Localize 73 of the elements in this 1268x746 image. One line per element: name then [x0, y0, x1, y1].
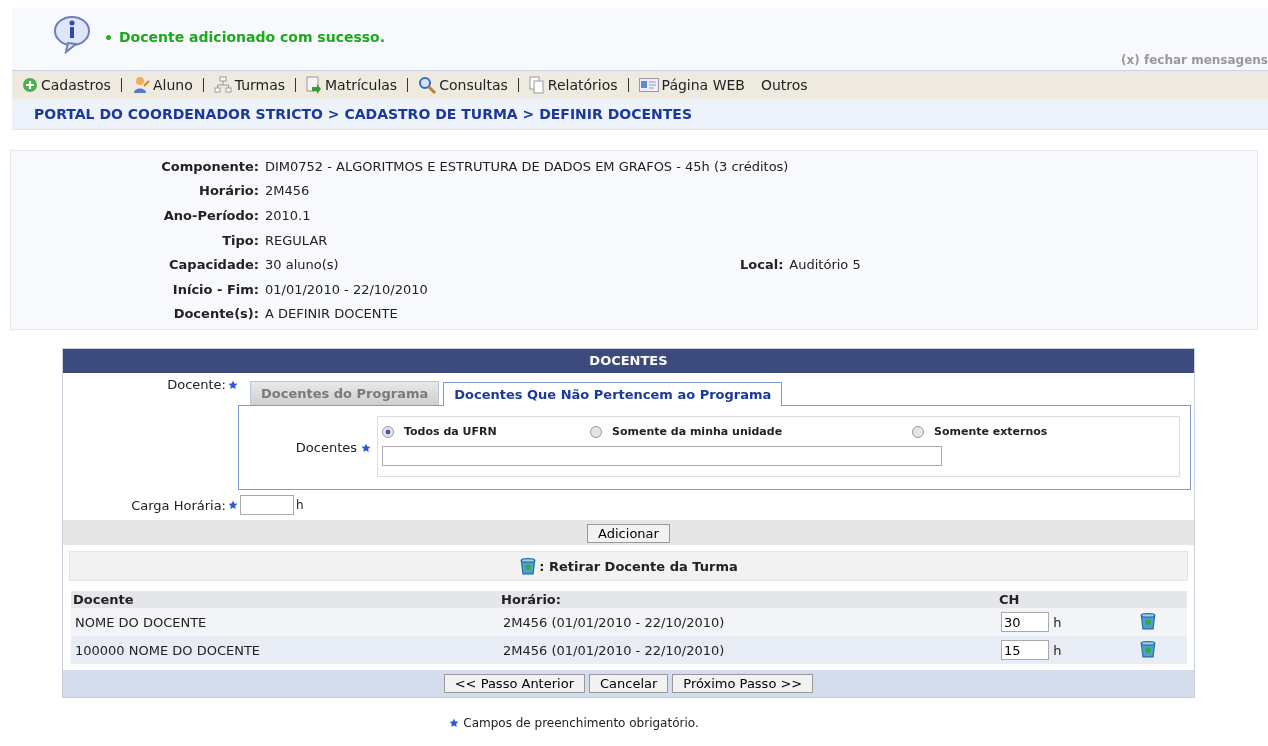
trash-bin-icon[interactable]	[1139, 611, 1157, 630]
column-header: CH	[997, 591, 1135, 609]
field-value: DIM0752 - ALGORITMOS E ESTRUTURA DE DADOS EM GRAFOS - 45h (3 créditos)	[265, 158, 789, 174]
bullet-icon	[106, 34, 111, 40]
field-value: 2M456	[265, 183, 310, 199]
field-label: Horário:	[198, 183, 260, 199]
field-value: Auditório 5	[789, 257, 862, 273]
ch-field[interactable]: 30	[1001, 612, 1049, 633]
id-card-icon	[638, 78, 659, 92]
required-star-icon	[361, 443, 371, 454]
field-label: Capacidade:	[168, 257, 260, 273]
unit-label: h	[1053, 642, 1062, 658]
field-value: 01/01/2010 - 22/10/2010	[265, 281, 428, 297]
required-star-icon	[449, 718, 460, 729]
docente-label: Docente:	[167, 377, 226, 393]
field-value: A DEFINIR DOCENTE	[265, 306, 398, 322]
table-cell: 2M456 (01/01/2010 - 22/10/2010)	[503, 614, 725, 630]
step-button[interactable]: << Passo Anterior	[443, 674, 585, 694]
required-star-icon	[228, 500, 238, 511]
ch-field[interactable]: 15	[1001, 640, 1049, 661]
unit-label: h	[296, 498, 304, 513]
search-icon	[418, 76, 437, 94]
carga-horaria-label: Carga Horária:	[131, 497, 226, 513]
field-label: Ano-Período:	[162, 208, 260, 223]
column-header: Horário:	[499, 591, 997, 609]
breadcrumb: PORTAL DO COORDENADOR STRICTO > CADASTRO DE TURMA > DEFINIR DOCENTES	[12, 99, 1268, 130]
radio-button[interactable]	[590, 425, 602, 438]
radio-label: Somente externos	[934, 425, 1048, 439]
radio-label: Todos da UFRN	[404, 425, 497, 439]
field-value: REGULAR	[265, 232, 328, 248]
field-label: Docente(s):	[172, 306, 260, 322]
column-header: Docente	[71, 591, 499, 609]
menu-item[interactable]: Cadastros	[22, 77, 111, 93]
tab[interactable]: Docentes Que Não Pertencem ao Programa	[443, 382, 783, 407]
menu-item[interactable]: Relatórios	[528, 76, 618, 94]
info-icon	[52, 14, 92, 54]
legend-text: : Retirar Docente da Turma	[539, 558, 738, 574]
menu-item[interactable]: Página WEB	[638, 77, 745, 93]
menu-item[interactable]: Consultas	[418, 76, 508, 94]
menu-item[interactable]: Matrículas	[306, 76, 398, 94]
menu-item[interactable]: Outros	[760, 77, 808, 93]
required-star-icon	[228, 380, 238, 391]
menu-item[interactable]: Aluno	[131, 76, 193, 94]
docentes-label: Docentes	[295, 440, 357, 456]
docente-search-field[interactable]	[382, 446, 942, 467]
field-label: Tipo:	[221, 232, 260, 248]
hierarchy-icon	[213, 76, 232, 94]
trash-bin-icon	[519, 557, 538, 576]
menu-item[interactable]: Turmas	[213, 76, 286, 94]
field-label: Início - Fim:	[171, 281, 260, 297]
step-button[interactable]: Próximo Passo >>	[672, 674, 814, 694]
field-label: Local:	[740, 257, 785, 273]
trash-bin-icon[interactable]	[1139, 639, 1157, 658]
table-cell: 2M456 (01/01/2010 - 22/10/2010)	[503, 642, 725, 658]
radio-button[interactable]	[912, 425, 924, 438]
table-cell: NOME DO DOCENTE	[75, 614, 207, 630]
field-label: Componente:	[160, 158, 260, 174]
document-arrow-icon	[306, 76, 323, 94]
radio-button[interactable]	[382, 425, 394, 438]
success-message: Docente adicionado com sucesso.	[119, 29, 386, 45]
radio-label: Somente da minha unidade	[612, 425, 783, 439]
unit-label: h	[1053, 614, 1062, 630]
step-button[interactable]: Cancelar	[589, 674, 669, 694]
pages-icon	[528, 76, 545, 94]
person-icon	[131, 76, 150, 94]
required-fields-note: Campos de preenchimento obrigatório.	[463, 716, 699, 731]
add-button[interactable]: Adicionar	[587, 524, 670, 544]
table-cell: 100000 NOME DO DOCENTE	[75, 642, 261, 658]
field-value: 2010.1	[265, 208, 311, 223]
plus-icon	[22, 77, 38, 93]
field-value: 30 aluno(s)	[265, 257, 340, 273]
carga-horaria-field[interactable]	[240, 495, 294, 516]
panel-title: DOCENTES	[63, 349, 1194, 374]
